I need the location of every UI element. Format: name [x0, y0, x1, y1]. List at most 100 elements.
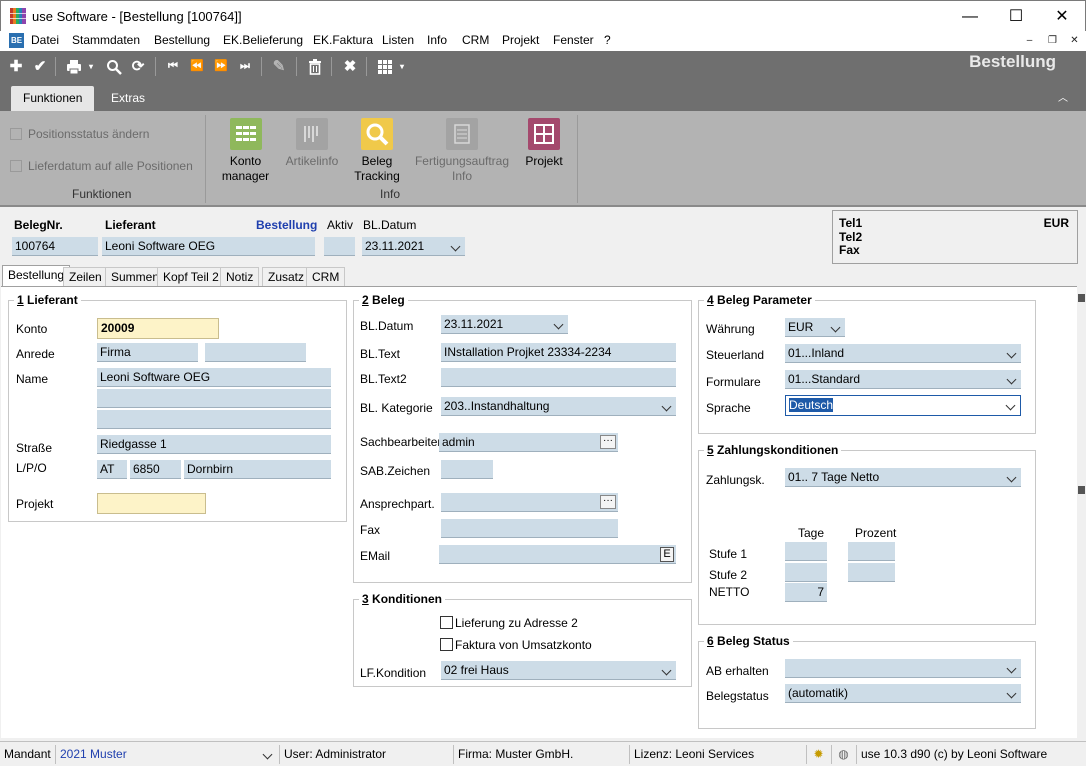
lieferant-field[interactable]: Leoni Software OEG	[102, 237, 315, 256]
tab-crm[interactable]: CRM	[306, 267, 346, 287]
menu-projekt[interactable]: Projekt	[499, 33, 542, 47]
bltext2-field[interactable]	[441, 368, 676, 387]
artikelinfo-button[interactable]: Artikelinfo	[283, 118, 341, 169]
scroll-arrow-icon[interactable]	[1078, 486, 1085, 494]
strasse-field[interactable]: Riedgasse 1	[97, 435, 331, 454]
stufe1-prozent-field[interactable]	[848, 542, 895, 561]
bldatum-header-field[interactable]: 23.11.2021	[362, 237, 465, 256]
scroll-arrow-icon[interactable]	[1078, 294, 1085, 302]
menu-ek-faktura[interactable]: EK.Faktura	[310, 33, 376, 47]
email-field[interactable]: E	[439, 545, 676, 564]
cancel-x-icon[interactable]: ✖	[339, 56, 361, 77]
kategorie-select[interactable]: 203..Instandhaltung	[441, 397, 676, 416]
tab-funktionen[interactable]: Funktionen	[11, 86, 95, 111]
close-button[interactable]: ✕	[1039, 1, 1085, 32]
mandant-select[interactable]: 2021 Muster	[55, 745, 277, 764]
konto-field[interactable]: 20009	[97, 318, 219, 339]
add-icon[interactable]: ✚	[5, 56, 27, 77]
sprache-select[interactable]: Deutsch	[785, 395, 1021, 416]
waehrung-select[interactable]: EUR	[785, 318, 845, 337]
name2-field[interactable]	[97, 389, 331, 408]
lieferung-checkbox[interactable]	[440, 616, 453, 629]
lookup-dots-icon[interactable]: ···	[600, 435, 616, 449]
anrede-field[interactable]: Firma	[97, 343, 198, 362]
minimize-button[interactable]: —	[947, 1, 993, 32]
ansprechpart-field[interactable]: ···	[441, 493, 618, 512]
print-icon[interactable]	[63, 56, 85, 77]
tab-zusatz[interactable]: Zusatz	[262, 267, 311, 287]
aktiv-field[interactable]	[324, 237, 355, 256]
lfkondition-select[interactable]: 02 frei Haus	[441, 661, 676, 680]
projekt-button[interactable]: Projekt	[522, 118, 566, 169]
first-record-icon[interactable]: ⏮	[162, 56, 184, 77]
fax-field[interactable]	[441, 519, 618, 538]
stufe1-tage-field[interactable]	[785, 542, 827, 561]
bltext-field[interactable]: INstallation Projket 23334-2234	[441, 343, 676, 362]
network-icon[interactable]: ◍	[831, 745, 855, 764]
tab-zeilen[interactable]: Zeilen	[63, 267, 108, 287]
anrede2-field[interactable]	[205, 343, 306, 362]
mdi-restore-button[interactable]: ❐	[1043, 34, 1062, 49]
sabzeichen-field[interactable]	[441, 460, 493, 479]
beleg-tracking-button[interactable]: Beleg Tracking	[352, 118, 402, 184]
tel2-label: Tel2	[839, 230, 863, 244]
sun-icon[interactable]: ✹	[806, 745, 830, 764]
land-field[interactable]: AT	[97, 460, 127, 479]
netto-tage-field[interactable]: 7	[785, 583, 827, 602]
ribbon-positionsstatus[interactable]: Positionsstatus ändern	[10, 127, 149, 141]
tab-notiz[interactable]: Notiz	[220, 267, 260, 287]
belegnr-field[interactable]: 100764	[12, 237, 98, 256]
search-icon[interactable]	[103, 56, 125, 77]
menu-crm[interactable]: CRM	[459, 33, 492, 47]
maximize-button[interactable]: ☐	[993, 1, 1039, 32]
fertigungsauftrag-info-button[interactable]: Fertigungsauftrag Info	[412, 118, 512, 184]
menu-ek-belieferung[interactable]: EK.Belieferung	[220, 33, 306, 47]
name3-field[interactable]	[97, 410, 331, 429]
collapse-ribbon-icon[interactable]: ︿	[1058, 89, 1068, 104]
menu-stammdaten[interactable]: Stammdaten	[69, 33, 143, 47]
sachbearbeiter-field[interactable]: admin ···	[439, 433, 618, 452]
steuerland-select[interactable]: 01...Inland	[785, 344, 1021, 363]
lookup-dots-icon[interactable]: ···	[600, 495, 616, 509]
print-dropdown-icon[interactable]: ▾	[86, 56, 96, 77]
tab-extras[interactable]: Extras	[99, 86, 157, 111]
grid-view-icon[interactable]	[374, 56, 396, 77]
stufe2-prozent-field[interactable]	[848, 563, 895, 582]
mdi-minimize-button[interactable]: –	[1020, 34, 1039, 49]
stufe2-tage-field[interactable]	[785, 563, 827, 582]
next-record-icon[interactable]: ⏩	[210, 56, 232, 77]
menu-listen[interactable]: Listen	[379, 33, 417, 47]
last-record-icon[interactable]: ⏭	[234, 56, 256, 77]
ort-field[interactable]: Dornbirn	[184, 460, 331, 479]
menu-fenster[interactable]: Fenster	[550, 33, 597, 47]
grid-dropdown-icon[interactable]: ▾	[397, 56, 407, 77]
menu-info[interactable]: Info	[424, 33, 450, 47]
menu-help[interactable]: ?	[601, 33, 614, 47]
group-title: 6 Beleg Status	[704, 634, 793, 648]
ab-erhalten-select[interactable]	[785, 659, 1021, 678]
formulare-select[interactable]: 01...Standard	[785, 370, 1021, 389]
refresh-icon[interactable]: ⟳	[127, 56, 149, 77]
belegnr-label: BelegNr.	[14, 218, 63, 232]
plz-field[interactable]: 6850	[130, 460, 181, 479]
menu-bestellung[interactable]: Bestellung	[151, 33, 213, 47]
zahlungsk-select[interactable]: 01.. 7 Tage Netto	[785, 468, 1021, 487]
name1-field[interactable]: Leoni Software OEG	[97, 368, 331, 387]
faktura-checkbox[interactable]	[440, 638, 453, 651]
tab-kopf-teil-2[interactable]: Kopf Teil 2	[157, 267, 225, 287]
email-button[interactable]: E	[660, 547, 674, 562]
prev-record-icon[interactable]: ⏪	[186, 56, 208, 77]
menu-datei[interactable]: Datei	[28, 33, 62, 47]
vertical-scrollbar[interactable]	[1077, 286, 1086, 738]
ribbon-lieferdatum[interactable]: Lieferdatum auf alle Positionen	[10, 159, 193, 173]
belegstatus-select[interactable]: (automatik)	[785, 684, 1021, 703]
delete-trash-icon[interactable]	[304, 56, 326, 77]
mdi-close-button[interactable]: ✕	[1065, 34, 1084, 49]
bldatum-field[interactable]: 23.11.2021	[441, 315, 568, 334]
konto-manager-icon	[229, 118, 262, 150]
konto-manager-button[interactable]: Konto manager	[218, 118, 273, 184]
edit-pencil-icon[interactable]: ✎	[268, 56, 290, 77]
projekt-field[interactable]	[97, 493, 206, 514]
tab-bestellung[interactable]: Bestellung	[2, 265, 71, 287]
save-check-icon[interactable]: ✔	[29, 56, 51, 77]
